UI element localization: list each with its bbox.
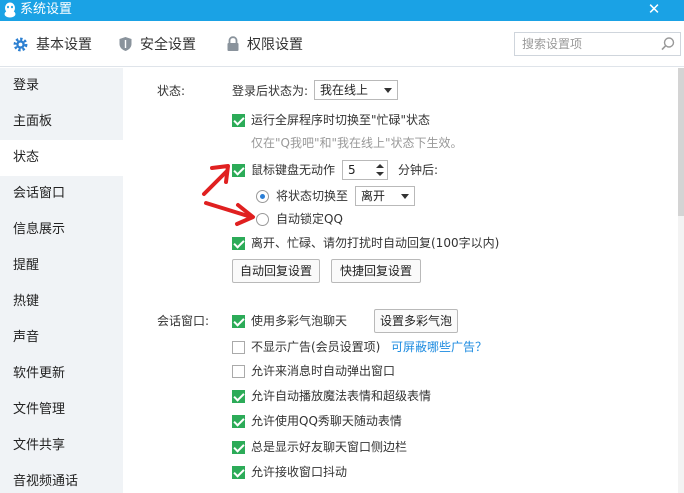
chat-section-label: 会话窗口: bbox=[157, 314, 210, 328]
tab-permission-settings-label: 权限设置 bbox=[247, 37, 303, 53]
search-icon[interactable] bbox=[660, 36, 676, 52]
switch-state-value: 离开 bbox=[361, 189, 386, 203]
settings-content: 状态: 登录后状态为: 我在线上 运行全屏程序时切换至"忙碌"状态 仅在"Q我吧… bbox=[124, 68, 678, 493]
qq-penguin-icon bbox=[4, 2, 16, 18]
chat-option-label: 允许自动播放魔法表情和超级表情 bbox=[251, 389, 432, 403]
sidebar-item-reminder[interactable]: 提醒 bbox=[0, 248, 123, 284]
idle-label: 鼠标键盘无动作 bbox=[251, 163, 336, 177]
fullscreen-busy-label: 运行全屏程序时切换至"忙碌"状态 bbox=[251, 113, 431, 127]
sidebar-item-login[interactable]: 登录 bbox=[0, 68, 123, 104]
window-title: 系统设置 bbox=[20, 2, 73, 17]
sidebar-item-main-panel[interactable]: 主面板 bbox=[0, 104, 123, 140]
quick-reply-settings-button[interactable]: 快捷回复设置 bbox=[331, 259, 421, 283]
tab-permission-settings[interactable]: 权限设置 bbox=[226, 33, 303, 55]
sidebar-item-file-sharing[interactable]: 文件共享 bbox=[0, 428, 123, 464]
sidebar-item-sound[interactable]: 声音 bbox=[0, 320, 123, 356]
fullscreen-busy-checkbox[interactable] bbox=[232, 114, 245, 127]
sidebar: 登录 主面板 状态 会话窗口 信息展示 提醒 热键 声音 软件更新 文件管理 文… bbox=[0, 68, 123, 493]
auto-reply-settings-button[interactable]: 自动回复设置 bbox=[232, 259, 320, 283]
scrollbar-thumb[interactable] bbox=[678, 68, 684, 216]
chat-option-checkbox[interactable] bbox=[232, 441, 245, 454]
sidebar-item-status[interactable]: 状态 bbox=[0, 140, 123, 176]
search-box[interactable] bbox=[514, 32, 681, 56]
switch-state-radio[interactable] bbox=[256, 190, 269, 203]
toolbar: 基本设置 安全设置 权限设置 bbox=[0, 21, 684, 67]
settings-window: 系统设置 ✕ 基本设置 安全设置 权限设置 搜索设置项 登录 主面板 状态 会话… bbox=[0, 0, 684, 493]
switch-state-label: 将状态切换至 bbox=[276, 189, 349, 203]
auto-reply-checkbox[interactable] bbox=[232, 237, 245, 250]
auto-lock-label: 自动锁定QQ bbox=[276, 212, 343, 226]
shield-icon bbox=[119, 37, 132, 51]
chat-option-label: 允许使用QQ秀聊天随动表情 bbox=[251, 414, 402, 428]
sidebar-item-file-management[interactable]: 文件管理 bbox=[0, 392, 123, 428]
stepper-up-icon[interactable] bbox=[376, 164, 384, 168]
sidebar-item-av-call[interactable]: 音视频通话 bbox=[0, 464, 123, 493]
sidebar-item-info-display[interactable]: 信息展示 bbox=[0, 212, 123, 248]
chat-option-label: 允许接收窗口抖动 bbox=[251, 465, 348, 479]
lock-icon bbox=[227, 36, 239, 51]
login-status-value: 我在线上 bbox=[320, 83, 369, 97]
sidebar-item-hotkey[interactable]: 热键 bbox=[0, 284, 123, 320]
status-section-label: 状态: bbox=[157, 84, 186, 98]
auto-lock-radio[interactable] bbox=[256, 213, 269, 226]
close-button[interactable]: ✕ bbox=[646, 0, 662, 18]
chat-option-label: 使用多彩气泡聊天 bbox=[251, 314, 348, 328]
fullscreen-busy-hint: 仅在"Q我吧"和"我在线上"状态下生效。 bbox=[251, 136, 463, 150]
idle-minutes-stepper[interactable]: 5 bbox=[342, 160, 388, 180]
bubble-settings-button[interactable]: 设置多彩气泡 bbox=[374, 309, 458, 333]
chat-option-label: 允许来消息时自动弹出窗口 bbox=[251, 364, 396, 378]
scrollbar[interactable] bbox=[678, 68, 684, 493]
chat-option-label: 不显示广告(会员设置项) bbox=[251, 340, 381, 354]
stepper-down-icon[interactable] bbox=[376, 172, 384, 176]
chat-option-checkbox[interactable] bbox=[232, 341, 245, 354]
tab-security-settings[interactable]: 安全设置 bbox=[118, 33, 196, 55]
title-bar: 系统设置 ✕ bbox=[0, 0, 684, 21]
tab-security-settings-label: 安全设置 bbox=[140, 37, 196, 53]
login-status-label: 登录后状态为: bbox=[232, 84, 309, 98]
idle-suffix-label: 分钟后: bbox=[398, 163, 439, 177]
switch-state-select[interactable]: 离开 bbox=[355, 186, 415, 206]
chat-option-checkbox[interactable] bbox=[232, 466, 245, 479]
login-status-select[interactable]: 我在线上 bbox=[314, 80, 398, 100]
chat-option-checkbox[interactable] bbox=[232, 315, 245, 328]
chat-option-checkbox[interactable] bbox=[232, 415, 245, 428]
chevron-down-icon bbox=[401, 194, 409, 199]
sidebar-item-software-update[interactable]: 软件更新 bbox=[0, 356, 123, 392]
idle-checkbox[interactable] bbox=[232, 164, 245, 177]
idle-minutes-value: 5 bbox=[348, 163, 356, 177]
tab-basic-settings[interactable]: 基本设置 bbox=[12, 33, 92, 55]
ad-block-link[interactable]: 可屏蔽哪些广告？ bbox=[391, 339, 487, 355]
chevron-down-icon bbox=[384, 88, 392, 93]
chat-option-checkbox[interactable] bbox=[232, 390, 245, 403]
auto-reply-label: 离开、忙碌、请勿打扰时自动回复(100字以内) bbox=[251, 236, 500, 250]
search-input[interactable] bbox=[515, 33, 655, 55]
sidebar-item-chat-window[interactable]: 会话窗口 bbox=[0, 176, 123, 212]
tab-basic-settings-label: 基本设置 bbox=[36, 37, 92, 53]
chat-option-checkbox[interactable] bbox=[232, 365, 245, 378]
chat-option-label: 总是显示好友聊天窗口侧边栏 bbox=[251, 440, 408, 454]
gear-icon bbox=[13, 37, 28, 51]
